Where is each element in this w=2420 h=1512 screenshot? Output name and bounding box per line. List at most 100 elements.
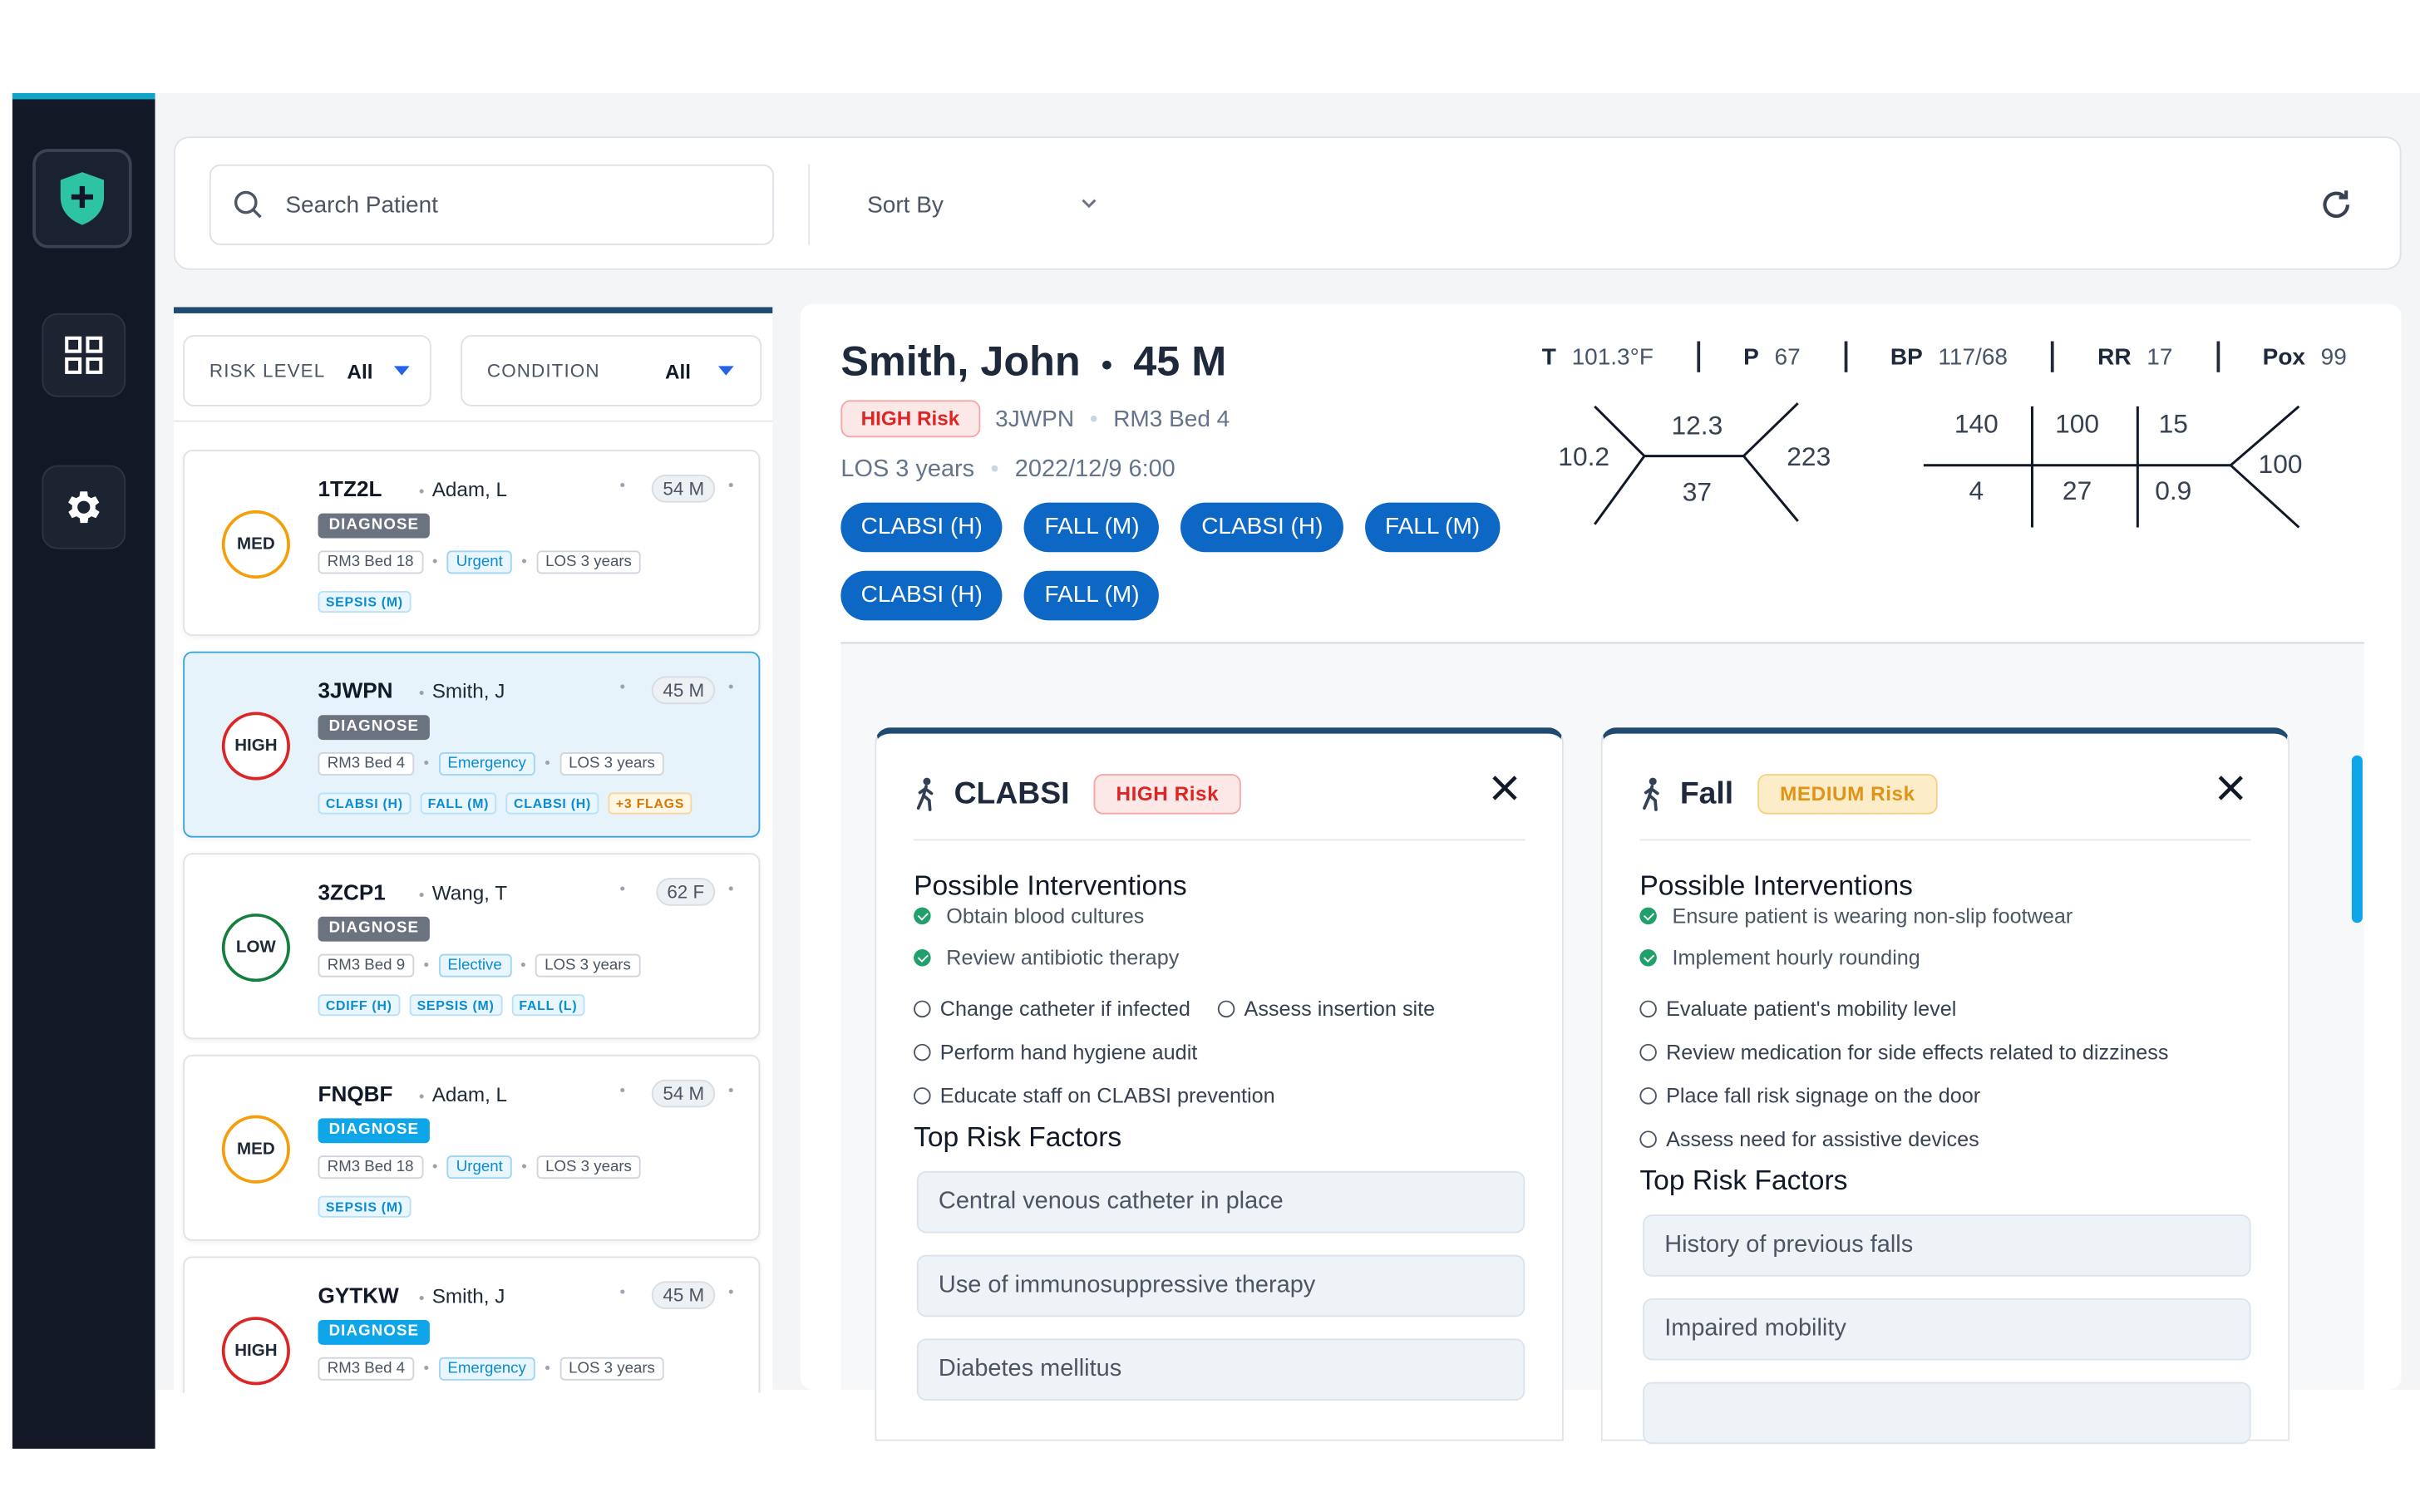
patient-card[interactable]: HIGH GYTKW • Smith, J • 45 M • DIAGNOSE RM3 Bed … (183, 1256, 761, 1393)
diagnose-button[interactable]: DIAGNOSE (318, 715, 431, 741)
intervention-option[interactable]: Assess need for assistive devices (1639, 1128, 1979, 1151)
patient-card[interactable]: MED 1TZ2L • Adam, L • 54 M • DIAGNOSE RM3 Bed 18… (183, 450, 761, 637)
radio-circle[interactable] (1639, 1043, 1657, 1061)
separator-dot: • (619, 1082, 625, 1100)
close-icon (1492, 776, 1517, 800)
refresh-icon[interactable] (2319, 188, 2353, 222)
scrollbar-thumb[interactable] (2351, 755, 2363, 923)
toolbar-divider (808, 164, 811, 245)
risk-card-header: Fall MEDIUM Risk (1639, 774, 1937, 815)
radio-circle[interactable] (1217, 1000, 1235, 1018)
sort-by-dropdown[interactable]: Sort By (867, 179, 1116, 231)
diagnose-button[interactable]: DIAGNOSE (318, 1319, 431, 1345)
intervention-option[interactable]: Place fall risk signage on the door (1639, 1084, 1980, 1107)
condition-chip[interactable]: FALL (M) (1024, 502, 1160, 553)
bed-badge: RM3 Bed 4 (318, 1357, 415, 1381)
risk-level-value: All (347, 358, 373, 382)
risk-level-badge: HIGH Risk (1094, 774, 1241, 815)
settings-nav-button[interactable] (42, 465, 126, 549)
top-toolbar: Sort By (173, 136, 2402, 270)
risk-level-filter[interactable]: RISK LEVEL All (183, 335, 431, 406)
lab-k: 4 (1969, 475, 1984, 505)
interventions-heading: Possible Interventions (914, 869, 1187, 902)
intervention-option[interactable]: Review medication for side effects relat… (1639, 1041, 2169, 1064)
separator-dot: • (423, 957, 430, 974)
diagnose-button[interactable]: DIAGNOSE (318, 513, 431, 539)
sidebar (12, 92, 155, 1449)
intervention-option[interactable]: Assess insertion site (1217, 997, 1435, 1021)
patient-age-sex: 45 M (1133, 337, 1227, 385)
condition-filter[interactable]: CONDITION All (461, 335, 762, 406)
risk-flag: FALL (L) (511, 994, 585, 1017)
flag-list: SEPSIS (M) (318, 1195, 412, 1218)
condition-chip[interactable]: CLABSI (H) (1180, 502, 1343, 553)
patient-card[interactable]: LOW 3ZCP1 • Wang, T • 62 F • DIAGNOSE RM3 Bed 9 •… (183, 853, 761, 1040)
patient-info-row: HIGH Risk 3JWPN • RM3 Bed 4 (840, 400, 1230, 438)
patient-card[interactable]: HIGH 3JWPN • Smith, J • 45 M • DIAGNOSE RM3 Bed … (183, 651, 761, 838)
risk-factor-item: History of previous falls (1643, 1214, 2251, 1277)
close-button[interactable] (2217, 774, 2245, 810)
check-circle-icon (914, 948, 931, 967)
bed-badge: RM3 Bed 4 (318, 752, 415, 776)
radio-circle[interactable] (914, 1000, 931, 1018)
separator-dot: • (728, 477, 734, 495)
condition-label: CONDITION (486, 359, 600, 382)
los-badge: LOS 3 years (535, 550, 642, 574)
search-input[interactable] (285, 191, 752, 219)
condition-chip[interactable]: CLABSI (H) (840, 502, 1003, 553)
patient-card[interactable]: MED FNQBF • Adam, L • 54 M • DIAGNOSE RM3 Bed 18… (183, 1054, 761, 1241)
risk-flag: SEPSIS (M) (318, 1195, 412, 1218)
condition-chip[interactable]: FALL (M) (1364, 502, 1501, 553)
patient-name: Smith, John (840, 337, 1081, 385)
diagnose-button[interactable]: DIAGNOSE (318, 1118, 431, 1144)
radio-circle[interactable] (1639, 1000, 1657, 1018)
close-button[interactable] (1491, 774, 1519, 810)
radio-circle[interactable] (1639, 1087, 1657, 1105)
radio-circle[interactable] (1639, 1130, 1657, 1148)
vital-item: RR 17 (2097, 343, 2172, 370)
priority-badge: Emergency (438, 1357, 536, 1381)
separator-dot: • (521, 1158, 527, 1176)
los-badge: LOS 3 years (559, 1357, 665, 1381)
patient-id: GYTKW (318, 1283, 399, 1308)
intervention-option[interactable]: Change catheter if infected (914, 997, 1190, 1021)
check-circle-icon (1639, 907, 1657, 925)
vital-value: 67 (1774, 343, 1801, 371)
interventions-heading: Possible Interventions (1639, 869, 1913, 902)
vital-item: T 101.3°F (1542, 343, 1654, 370)
intervention-option[interactable]: Educate staff on CLABSI prevention (914, 1084, 1275, 1107)
diagnose-button[interactable]: DIAGNOSE (318, 916, 431, 942)
priority-badge: Urgent (446, 550, 513, 574)
age-sex-badge: 54 M (652, 474, 716, 503)
separator-dot: • (728, 1284, 734, 1302)
vital-label: BP (1890, 343, 1923, 371)
separator-dot: • (418, 1290, 425, 1308)
radio-circle[interactable] (914, 1043, 931, 1061)
separator-dot: • (728, 1082, 734, 1100)
lab-cl: 100 (2055, 409, 2099, 439)
intervention-option[interactable]: Evaluate patient's mobility level (1639, 997, 1956, 1021)
los-badge: LOS 3 years (535, 1155, 642, 1180)
risk-level-indicator: LOW (221, 914, 290, 983)
chevron-down-icon (1082, 199, 1097, 209)
dashboard-nav-button[interactable] (42, 313, 126, 397)
patient-id: 3JWPN (318, 677, 393, 703)
app-logo-button[interactable] (32, 149, 132, 249)
search-box[interactable] (209, 164, 775, 245)
flag-list: CDIFF (H) SEPSIS (M) FALL (L) (318, 994, 585, 1017)
lab-wbc: 10.2 (1558, 441, 1609, 471)
patient-bed: RM3 Bed 4 (1113, 405, 1230, 432)
condition-chip[interactable]: CLABSI (H) (840, 570, 1003, 621)
radio-circle[interactable] (914, 1087, 931, 1105)
condition-chip[interactable]: FALL (M) (1024, 570, 1160, 621)
separator-dot: • (418, 1088, 425, 1106)
vital-divider (2051, 341, 2054, 372)
stay-info: LOS 3 years • 2022/12/9 6:00 (840, 456, 1175, 483)
patient-name-text: Smith, J (431, 679, 505, 703)
more-flags-badge[interactable]: +3 FLAGS (608, 792, 692, 815)
condition-chip-list: CLABSI (H) FALL (M) CLABSI (H) FALL (M) CLAB… (840, 502, 1523, 621)
vital-item: Pox 99 (2263, 343, 2347, 370)
intervention-option-text: Change catheter if infected (939, 997, 1190, 1021)
bed-badge: RM3 Bed 9 (318, 953, 415, 978)
intervention-option[interactable]: Perform hand hygiene audit (914, 1041, 1197, 1064)
